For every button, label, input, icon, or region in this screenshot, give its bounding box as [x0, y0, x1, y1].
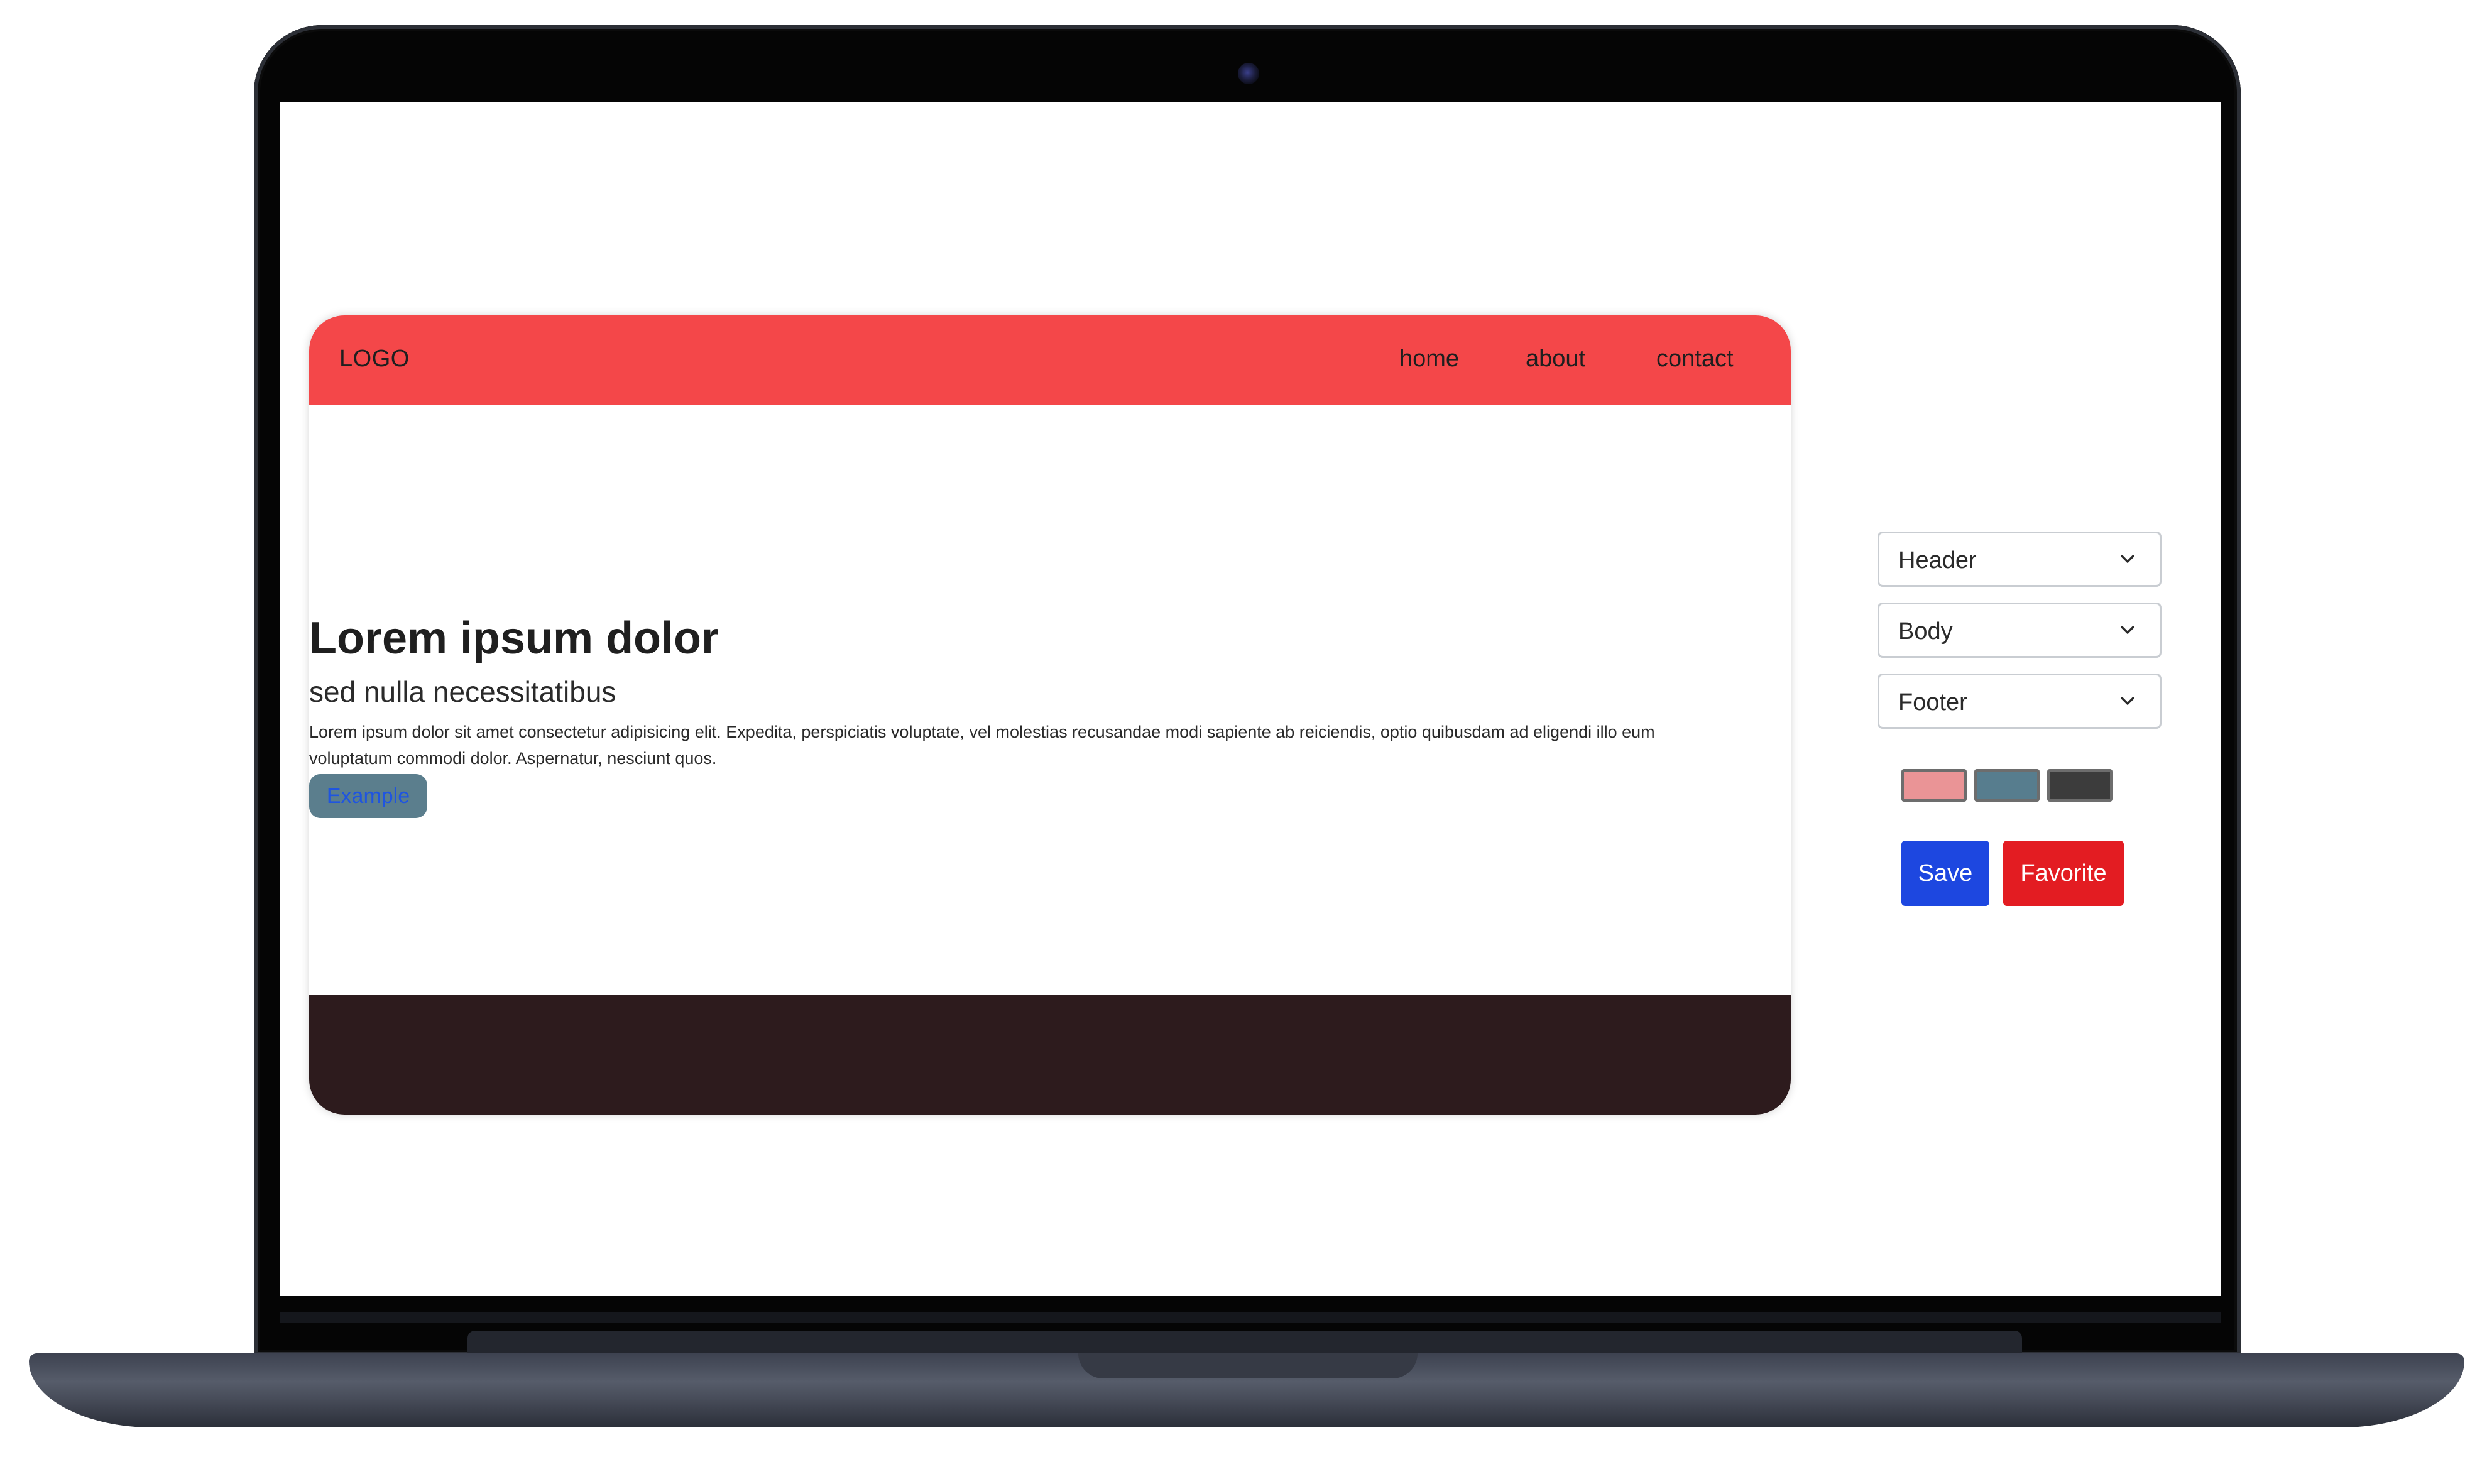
color-swatch-pink[interactable]: [1901, 769, 1967, 802]
hero-title: Lorem ipsum dolor: [309, 613, 719, 663]
laptop-screen: LOGO home about contact Lorem ipsum dolo…: [280, 102, 2221, 1296]
bottom-bezel: [280, 1312, 2221, 1323]
chevron-down-icon: [2121, 555, 2134, 563]
preview-logo[interactable]: LOGO: [339, 346, 410, 373]
laptop-hinge: [467, 1331, 2022, 1356]
favorite-button[interactable]: Favorite: [2003, 841, 2124, 906]
preview-footer: [309, 995, 1791, 1115]
preview-body: Lorem ipsum dolor sed nulla necessitatib…: [309, 613, 1754, 818]
nav-link-home[interactable]: home: [1399, 346, 1459, 373]
hero-subtitle: sed nulla necessitatibus: [309, 675, 616, 708]
select-value: Body: [1898, 618, 1953, 645]
color-swatch-dark-gray[interactable]: [2047, 769, 2113, 802]
nav-link-contact[interactable]: contact: [1656, 346, 1734, 373]
example-button[interactable]: Example: [309, 774, 427, 818]
save-button[interactable]: Save: [1901, 841, 1989, 906]
nav-link-about[interactable]: about: [1526, 346, 1585, 373]
preview-header: LOGO home about contact: [309, 315, 1791, 405]
laptop-notch: [1078, 1353, 1418, 1378]
color-swatch-slate-blue[interactable]: [1974, 769, 2040, 802]
camera-icon: [1238, 63, 1259, 84]
select-value: Header: [1898, 547, 1977, 574]
section-select-header[interactable]: Header: [1878, 532, 2162, 587]
chevron-down-icon: [2121, 626, 2134, 634]
preview-card: LOGO home about contact Lorem ipsum dolo…: [309, 315, 1791, 1115]
select-value: Footer: [1898, 689, 1967, 716]
hero-paragraph: Lorem ipsum dolor sit amet consectetur a…: [309, 723, 1655, 768]
chevron-down-icon: [2121, 697, 2134, 705]
section-select-body[interactable]: Body: [1878, 603, 2162, 658]
section-select-footer[interactable]: Footer: [1878, 674, 2162, 729]
